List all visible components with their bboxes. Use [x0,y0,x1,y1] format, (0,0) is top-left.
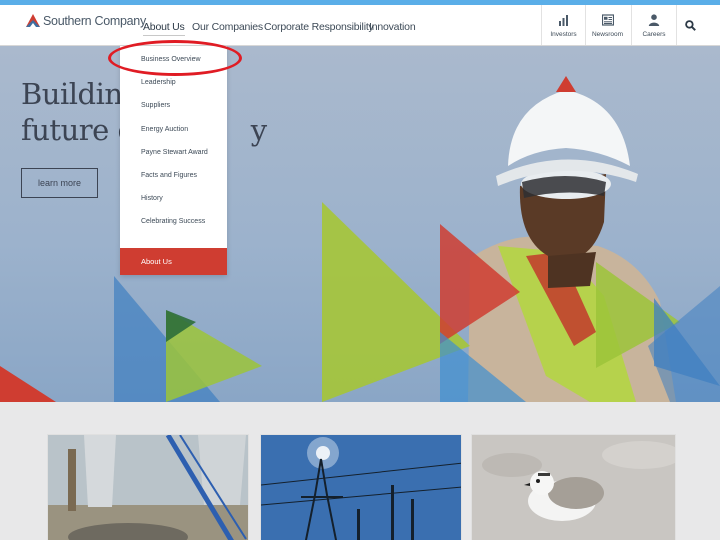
dropdown-item-energy-auction[interactable]: Energy Auction [141,126,188,133]
nav-innovation[interactable]: Innovation [369,21,416,33]
dropdown-item-facts-and-figures[interactable]: Facts and Figures [141,172,197,179]
hero-banner: Building future of y learn more [0,46,720,402]
dropdown-item-leadership[interactable]: Leadership [141,79,176,86]
feature-card[interactable] [47,434,249,540]
header-navbar: Southern Company About Us Our Companies … [0,5,720,46]
feature-section [0,402,720,540]
power-lines-photo [261,435,461,540]
page: Southern Company About Us Our Companies … [0,0,720,540]
dropdown-item-suppliers[interactable]: Suppliers [141,102,170,109]
newspaper-icon [601,14,614,26]
feature-card[interactable] [471,434,676,540]
nav-our-companies[interactable]: Our Companies [192,21,263,33]
construction-site-photo [48,435,248,540]
utility-careers[interactable]: Careers [631,5,676,45]
person-icon [648,14,660,26]
nav-corporate-responsibility[interactable]: Corporate Responsibility [264,21,374,33]
southern-company-logo-icon [26,14,40,27]
utility-investors[interactable]: Investors [541,5,585,45]
search-button[interactable] [676,5,703,45]
utility-label: Newsroom [591,31,624,38]
worker-photo [468,76,676,402]
shorebird-photo [472,435,675,540]
dropdown-item-payne-stewart-award[interactable]: Payne Stewart Award [141,149,208,156]
about-us-dropdown-menu: Business Overview Leadership Suppliers E… [120,46,227,275]
hero-title-line2-end: y [250,113,267,147]
dropdown-item-business-overview[interactable]: Business Overview [141,56,201,63]
feature-card[interactable] [260,434,462,540]
dropdown-footer-about-us[interactable]: About Us [120,248,227,275]
utility-label: Careers [642,31,666,38]
nav-about-us[interactable]: About Us [143,21,185,36]
utility-newsroom[interactable]: Newsroom [585,5,629,45]
logo-text: Southern Company [43,14,146,28]
learn-more-button[interactable]: learn more [21,168,98,198]
dropdown-item-history[interactable]: History [141,195,163,202]
search-icon [684,19,696,31]
dropdown-item-celebrating-success[interactable]: Celebrating Success [141,218,205,225]
logo[interactable]: Southern Company [26,14,146,28]
bar-chart-icon [558,15,568,26]
utility-label: Investors [550,31,577,38]
